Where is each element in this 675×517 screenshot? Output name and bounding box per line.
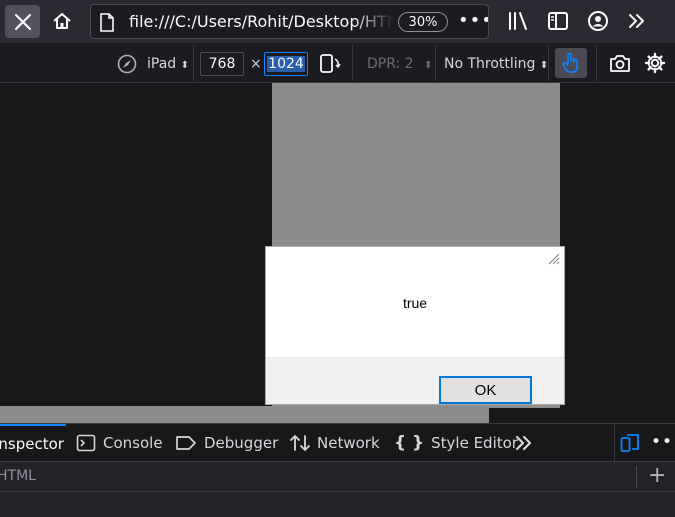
close-rdm-button[interactable] <box>5 5 40 38</box>
separator <box>596 45 597 81</box>
separator <box>193 45 194 81</box>
debugger-icon <box>176 436 196 450</box>
tab-label: Style Editor <box>431 434 518 452</box>
dpr-selector[interactable]: DPR: 2 ⬍ <box>367 56 432 72</box>
tab-style-editor[interactable]: { } Style Editor <box>394 424 518 462</box>
gear-icon <box>644 52 666 74</box>
height-input[interactable]: 1024 <box>264 52 308 76</box>
sidebar-button[interactable] <box>545 8 571 34</box>
touch-hand-icon <box>562 52 578 73</box>
chevrons-right-icon <box>515 435 532 451</box>
updown-icon: ⬍ <box>180 60 190 71</box>
tab-network[interactable]: Network <box>290 424 380 462</box>
account-icon <box>588 11 608 31</box>
separator <box>435 45 436 81</box>
add-node-button[interactable]: + <box>648 463 666 488</box>
overflow-menu-button[interactable] <box>624 8 650 34</box>
tab-debugger[interactable]: Debugger <box>175 424 278 462</box>
dpr-value: DPR: 2 <box>367 56 414 72</box>
ok-button[interactable]: OK <box>439 376 532 404</box>
more-tools-button[interactable] <box>514 433 534 457</box>
height-value-selected: 1024 <box>267 56 305 72</box>
separator <box>614 424 615 462</box>
navigation-toolbar: file:///C:/Users/Rohit/Desktop/HTML 30% … <box>0 0 675 43</box>
home-button[interactable] <box>46 6 78 36</box>
page-actions-button[interactable]: ••• <box>458 10 488 31</box>
responsive-mode-toggle[interactable] <box>620 433 640 457</box>
dialog-footer: OK <box>266 357 564 404</box>
page-icon <box>100 13 114 32</box>
chevrons-right-icon <box>629 14 644 28</box>
separator <box>636 466 637 488</box>
separator <box>548 45 549 81</box>
touch-simulation-button[interactable] <box>555 48 587 78</box>
alert-dialog: true OK <box>265 246 565 405</box>
device-selector[interactable]: iPad ⬍ <box>147 56 189 72</box>
throttling-value: No Throttling <box>444 56 536 72</box>
console-icon <box>76 434 96 452</box>
tab-label: Debugger <box>204 434 279 452</box>
settings-button[interactable] <box>644 52 666 78</box>
library-button[interactable] <box>505 8 531 34</box>
zoom-badge[interactable]: 30% <box>398 12 448 32</box>
tab-inspector[interactable]: Inspector <box>0 424 66 462</box>
separator <box>352 45 353 81</box>
devtools-menu-button[interactable]: ••• <box>651 432 675 452</box>
camera-icon <box>610 55 630 72</box>
width-input[interactable]: 768 <box>200 52 244 76</box>
tab-label: Console <box>103 434 163 452</box>
library-icon <box>509 12 527 30</box>
resize-grip-icon[interactable] <box>546 251 560 265</box>
updown-icon: ⬍ <box>424 60 433 71</box>
tab-console[interactable]: Console <box>76 424 163 462</box>
throttling-selector[interactable]: No Throttling ⬍ <box>444 56 548 72</box>
close-icon <box>14 13 31 30</box>
tab-label: Inspector <box>0 435 64 453</box>
rotate-device-icon <box>320 54 341 73</box>
device-name: iPad <box>147 56 177 72</box>
screenshot-button[interactable] <box>609 54 631 77</box>
url-text[interactable]: file:///C:/Users/Rohit/Desktop/HTML <box>129 12 393 31</box>
network-icon <box>290 435 310 451</box>
alert-message: true <box>402 295 428 311</box>
devtools-subbar: HTML + <box>0 461 675 492</box>
horizontal-scrollbar[interactable] <box>0 406 489 423</box>
home-icon <box>53 13 71 29</box>
sidebar-icon <box>548 12 568 30</box>
account-button[interactable] <box>585 8 611 34</box>
responsive-design-icon <box>620 434 639 452</box>
devtools-tabbar: Inspector Console Debugger Network { } S… <box>0 423 675 462</box>
devtools-markup-panel <box>0 492 675 517</box>
tab-label: Network <box>317 434 380 452</box>
url-bar[interactable]: file:///C:/Users/Rohit/Desktop/HTML 30% … <box>90 4 489 39</box>
responsive-design-toolbar: iPad ⬍ 768 × 1024 DPR: 2 ⬍ No Throttling… <box>0 43 675 83</box>
rotate-button[interactable] <box>318 52 342 78</box>
braces-icon: { } <box>394 433 425 453</box>
compass-icon <box>117 54 137 74</box>
markup-search-label[interactable]: HTML <box>0 468 36 484</box>
dimension-times: × <box>250 56 262 72</box>
